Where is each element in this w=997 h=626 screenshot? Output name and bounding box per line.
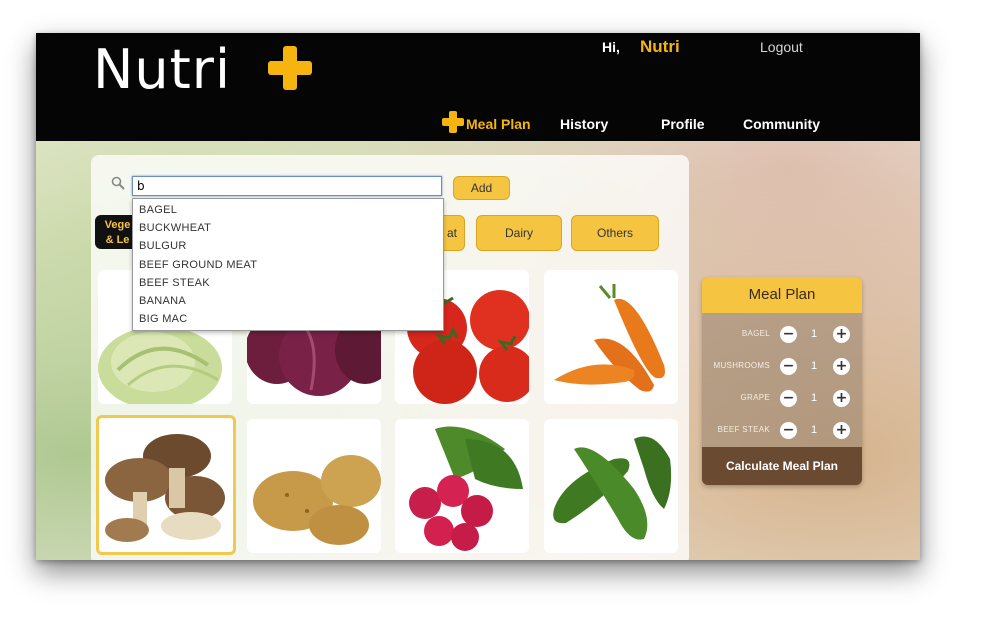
logo-text: Nutri [93,38,231,101]
cucumbers-image [553,436,672,540]
category-others[interactable]: Others [571,215,659,251]
suggestion-item[interactable]: BAGEL [133,201,443,219]
meal-plan-title: Meal Plan [702,277,862,313]
suggestion-item[interactable]: BIG MAC [133,310,443,328]
meal-item-qty: 1 [811,392,818,404]
meal-plan-row: MUSHROOMS − 1 + [702,356,862,380]
meal-item-qty: 1 [811,360,818,372]
mushrooms-image [105,434,225,542]
meal-item-name: BEEF STEAK [717,425,770,434]
suggestion-item[interactable]: BEEF GROUND MEAT [133,256,443,274]
minus-icon[interactable]: − [780,390,797,407]
calculate-meal-plan-button[interactable]: Calculate Meal Plan [702,447,862,485]
plus-icon[interactable]: + [833,358,850,375]
meal-plan-row: BEEF STEAK − 1 + [702,420,862,444]
top-bar: Nutri Hi, Nutri Logout Meal Plan History… [36,33,920,141]
cucumbers-tile[interactable] [544,419,678,553]
radishes-image [409,426,523,551]
carrots-tile[interactable] [544,270,678,404]
minus-icon[interactable]: − [780,358,797,375]
potatoes-image [253,455,381,545]
meal-item-name: MUSHROOMS [713,361,770,370]
mushrooms-tile[interactable] [96,415,236,555]
nav-history[interactable]: History [560,116,608,132]
plus-icon[interactable]: + [833,422,850,439]
meal-plan-row: GRAPE − 1 + [702,388,862,412]
meal-plan-panel: Meal Plan BAGEL − 1 + MUSHROOMS − 1 + GR… [702,277,862,485]
app-window: Nutri Hi, Nutri Logout Meal Plan History… [36,33,920,560]
potatoes-tile[interactable] [247,419,381,553]
plus-icon[interactable]: + [833,326,850,343]
suggestion-item[interactable]: BULGUR [133,237,443,255]
meal-item-name: GRAPE [740,393,770,402]
minus-icon[interactable]: − [780,326,797,343]
carrots-image [554,284,665,392]
nav-profile[interactable]: Profile [661,116,705,132]
minus-icon[interactable]: − [780,422,797,439]
radishes-tile[interactable] [395,419,529,553]
nav-meal-plan[interactable]: Meal Plan [466,116,531,132]
plus-icon[interactable]: + [833,390,850,407]
nav-community[interactable]: Community [743,116,820,132]
autocomplete-list: BAGEL BUCKWHEAT BULGUR BEEF GROUND MEAT … [132,198,444,331]
suggestion-item[interactable]: BUCKWHEAT [133,219,443,237]
add-button[interactable]: Add [453,176,510,200]
greeting-label: Hi, [602,39,620,55]
logout-link[interactable]: Logout [760,39,803,55]
plus-icon [442,111,464,133]
search-icon [111,175,125,190]
search-input[interactable] [132,176,442,196]
logo-plus-icon [268,46,312,90]
suggestion-item[interactable]: BEEF STEAK [133,274,443,292]
category-dairy[interactable]: Dairy [476,215,562,251]
meal-item-name: BAGEL [741,329,770,338]
meal-item-qty: 1 [811,328,818,340]
username-label: Nutri [640,37,680,56]
suggestion-item[interactable]: BANANA [133,292,443,310]
meal-item-qty: 1 [811,424,818,436]
meal-plan-row: BAGEL − 1 + [702,324,862,348]
